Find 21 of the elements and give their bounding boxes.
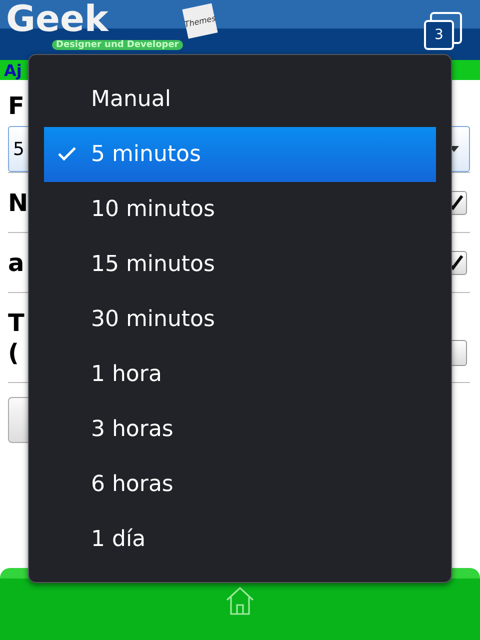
field-label: F (8, 91, 24, 122)
option-label: ( (8, 338, 20, 368)
option-label: N (8, 188, 28, 216)
menu-item[interactable]: 5 minutos (44, 127, 436, 182)
menu-item[interactable]: 30 minutos (44, 292, 436, 347)
option-label: T (8, 308, 24, 338)
home-icon[interactable] (224, 586, 256, 616)
option-label: a (8, 248, 24, 276)
menu-item[interactable]: 15 minutos (44, 237, 436, 292)
logo-text: Geek (6, 0, 110, 40)
sticky-note: Themes (182, 3, 218, 39)
menu-item[interactable]: 6 horas (44, 457, 436, 512)
page-title: Aj (4, 60, 22, 80)
menu-item[interactable]: 10 minutos (44, 182, 436, 237)
menu-item[interactable]: 1 día (44, 512, 436, 567)
menu-item[interactable]: 1 hora (44, 347, 436, 402)
menu-item[interactable]: 3 horas (44, 402, 436, 457)
checkmark-icon (57, 146, 77, 162)
menu-item[interactable]: Manual (44, 72, 436, 127)
logo-tagline: Designer und Developer (52, 40, 183, 50)
open-windows-button[interactable]: 3 (424, 20, 454, 50)
